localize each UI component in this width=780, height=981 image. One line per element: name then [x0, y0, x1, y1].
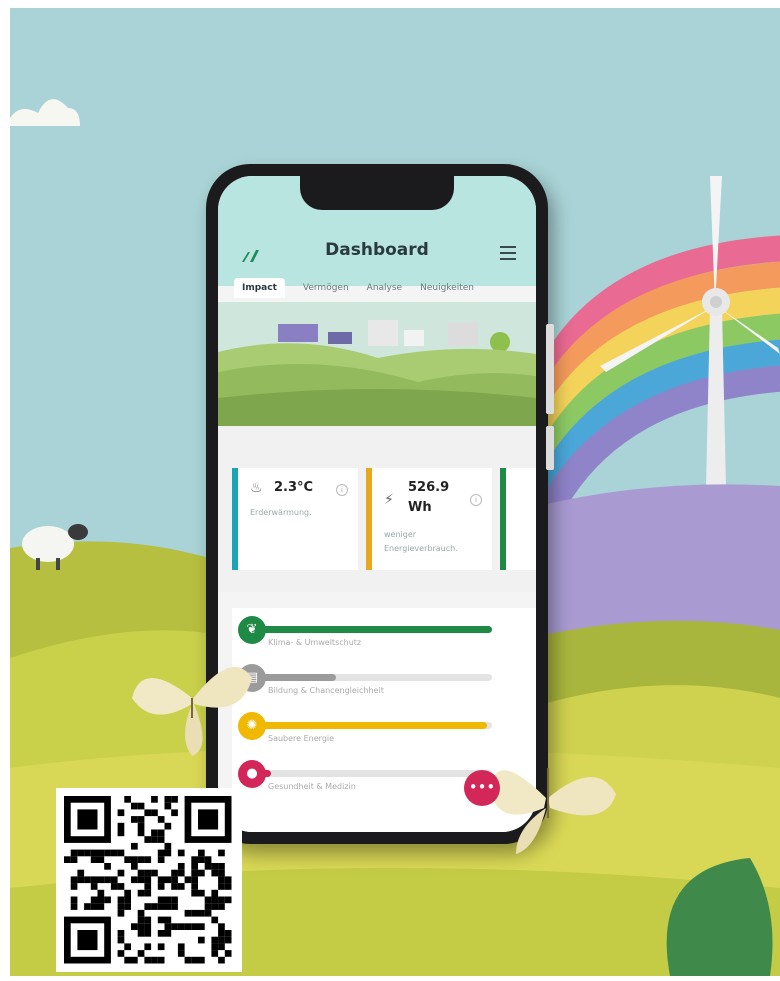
- energy-icon: ⚡: [384, 492, 394, 508]
- goal-label: Bildung & Chancengleichheit: [268, 686, 384, 695]
- metric-value: 526.9: [408, 480, 450, 495]
- metric-card-partial[interactable]: [500, 468, 536, 570]
- tab-vermoegen[interactable]: Vermögen: [303, 283, 349, 293]
- phone-notch: [300, 176, 454, 210]
- info-icon[interactable]: i: [470, 494, 482, 506]
- progress-track: [262, 770, 492, 777]
- metric-label-line2: Energieverbrauch.: [384, 544, 458, 553]
- tab-impact[interactable]: Impact: [234, 278, 285, 298]
- goal-label: Klima- & Umweltschutz: [268, 638, 362, 647]
- qr-code-pattern: [64, 796, 232, 964]
- progress-track: [262, 674, 492, 681]
- metric-unit: Wh: [408, 500, 432, 515]
- qr-code[interactable]: [56, 788, 242, 972]
- metrics-area: ♨ 2.3°C i Erderwärmung. ⚡ 526.9 Wh i wen…: [218, 426, 536, 592]
- metric-label: weniger: [384, 530, 417, 539]
- goal-item[interactable]: ▤ Bildung & Chancengleichheit: [232, 664, 522, 704]
- tab-bar: Impact Vermögen Analyse Neuigkeiten: [234, 276, 524, 300]
- card-accent-bar: [232, 468, 238, 570]
- metric-card[interactable]: ♨ 2.3°C i Erderwärmung.: [232, 468, 358, 570]
- info-icon[interactable]: i: [336, 484, 348, 496]
- metric-label: Erderwärmung.: [250, 508, 312, 517]
- thermometer-icon: ♨: [250, 480, 263, 496]
- progress-fill: [262, 626, 492, 633]
- goal-label: Saubere Energie: [268, 734, 335, 743]
- tab-analyse[interactable]: Analyse: [367, 283, 402, 293]
- card-accent-bar: [366, 468, 372, 570]
- progress-fill: [262, 674, 336, 681]
- side-button: [546, 426, 554, 470]
- hero-landscape-image: [218, 302, 536, 426]
- goal-item[interactable]: ❦ Klima- & Umweltschutz: [232, 616, 522, 656]
- tab-neuigkeiten[interactable]: Neuigkeiten: [420, 283, 474, 293]
- progress-track: [262, 722, 492, 729]
- more-options-button[interactable]: •••: [464, 770, 500, 806]
- metric-card[interactable]: ⚡ 526.9 Wh i weniger Energieverbrauch.: [366, 468, 492, 570]
- progress-fill: [262, 722, 488, 729]
- card-accent-bar: [500, 468, 506, 570]
- side-button: [546, 324, 554, 414]
- goal-label: Gesundheit & Medizin: [268, 782, 356, 791]
- hamburger-menu-icon[interactable]: [500, 246, 516, 264]
- metric-value: 2.3°C: [274, 480, 314, 495]
- apple-icon: ●: [238, 760, 266, 788]
- background-scene: Dashboard Impact Vermögen Analyse Neuigk…: [10, 8, 780, 976]
- progress-track: [262, 626, 492, 633]
- butterfly-decoration: [132, 667, 252, 756]
- page-title: Dashboard: [325, 240, 429, 260]
